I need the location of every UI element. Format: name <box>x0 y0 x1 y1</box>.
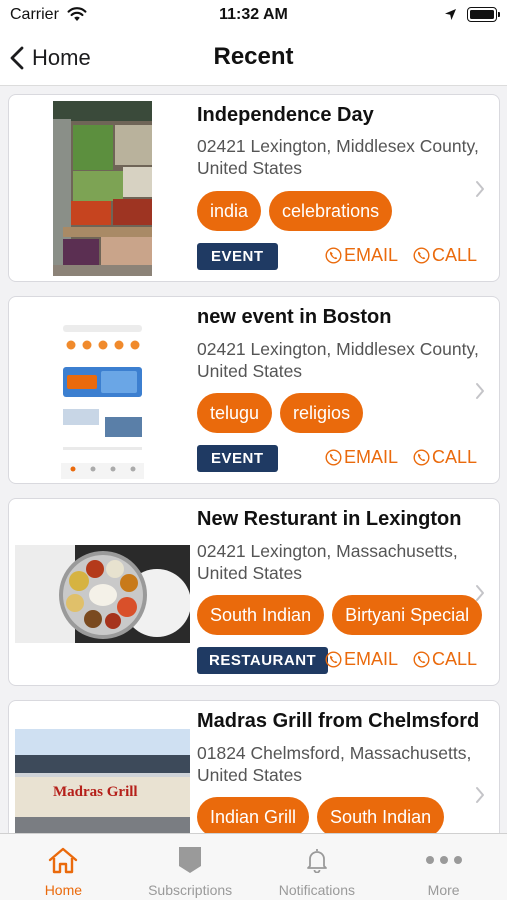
item-thumbnail <box>53 101 152 276</box>
item-address: 01824 Chelmsford, Massachusetts, United … <box>197 743 472 785</box>
phone-icon <box>413 247 430 264</box>
item-title: Independence Day <box>197 104 374 126</box>
list-item[interactable]: New Resturant in Lexington 02421 Lexingt… <box>8 498 500 686</box>
more-icon <box>425 856 462 864</box>
chevron-right-icon[interactable] <box>473 785 487 805</box>
tag-chip[interactable]: celebrations <box>269 191 393 231</box>
battery-icon <box>467 7 500 22</box>
call-button[interactable]: CALL <box>413 447 477 468</box>
item-thumbnail <box>61 305 144 479</box>
status-bar: Carrier 11:32 AM <box>0 0 507 30</box>
call-button[interactable]: CALL <box>413 245 477 266</box>
phone-icon <box>413 651 430 668</box>
item-title: new event in Boston <box>197 306 392 328</box>
tag-chip[interactable]: india <box>197 191 262 231</box>
list-item[interactable]: Independence Day 02421 Lexington, Middle… <box>8 94 500 282</box>
phone-icon <box>325 651 342 668</box>
back-button[interactable]: Home <box>10 42 91 74</box>
tag-list: South Indian Birtyani Special <box>197 595 483 635</box>
tag-chip[interactable]: Birtyani Special <box>332 595 483 635</box>
chevron-right-icon[interactable] <box>473 179 487 199</box>
home-icon <box>49 847 78 874</box>
bookmark-icon <box>179 847 202 873</box>
tag-list: Indian Grill South Indian <box>197 797 445 833</box>
location-arrow-icon <box>445 9 456 20</box>
bell-icon <box>306 849 327 873</box>
back-label: Home <box>32 45 91 70</box>
tag-chip[interactable]: South Indian <box>317 797 445 833</box>
carrier-label: Carrier <box>10 6 59 23</box>
type-badge: EVENT <box>197 243 278 270</box>
tag-chip[interactable]: South Indian <box>197 595 325 635</box>
list-item[interactable]: Madras Grill Madras Grill from Chelmsfor… <box>8 700 500 833</box>
tab-more[interactable]: More <box>380 834 507 900</box>
call-label: CALL <box>432 649 478 669</box>
item-title: New Resturant in Lexington <box>197 508 462 530</box>
navigation-bar: Home Recent <box>0 30 507 86</box>
item-thumbnail: Madras Grill <box>15 729 190 833</box>
storefront-sign: Madras Grill <box>53 784 138 800</box>
call-button[interactable]: CALL <box>413 649 477 670</box>
call-label: CALL <box>432 245 478 265</box>
tab-label: Subscriptions <box>148 882 233 898</box>
item-address: 02421 Lexington, Massachusetts, United S… <box>197 541 458 583</box>
chevron-right-icon[interactable] <box>473 583 487 603</box>
phone-icon <box>325 247 342 264</box>
tab-label: Notifications <box>278 882 355 898</box>
phone-icon <box>325 449 342 466</box>
tab-label: More <box>427 882 460 898</box>
tab-subscriptions[interactable]: Subscriptions <box>127 834 254 900</box>
type-badge: RESTAURANT <box>197 647 329 674</box>
tab-home[interactable]: Home <box>0 834 127 900</box>
list-item[interactable]: new event in Boston 02421 Lexington, Mid… <box>8 296 500 484</box>
chevron-right-icon[interactable] <box>473 381 487 401</box>
tab-notifications[interactable]: Notifications <box>254 834 381 900</box>
wifi-icon <box>67 7 87 21</box>
email-label: EMAIL <box>344 649 399 669</box>
tag-chip[interactable]: telugu <box>197 393 273 433</box>
item-title: Madras Grill from Chelmsford <box>197 710 480 732</box>
email-label: EMAIL <box>344 245 399 265</box>
item-thumbnail <box>15 545 190 643</box>
tag-list: india celebrations <box>197 191 393 231</box>
tag-chip[interactable]: religios <box>280 393 364 433</box>
email-button[interactable]: EMAIL <box>325 245 398 266</box>
call-label: CALL <box>432 447 478 467</box>
item-address: 02421 Lexington, Middlesex County, Unite… <box>197 136 479 178</box>
phone-icon <box>413 449 430 466</box>
email-label: EMAIL <box>344 447 399 467</box>
chevron-left-icon <box>10 46 24 70</box>
type-badge: EVENT <box>197 445 278 472</box>
email-button[interactable]: EMAIL <box>325 447 398 468</box>
recent-list[interactable]: Independence Day 02421 Lexington, Middle… <box>0 87 507 833</box>
tag-chip[interactable]: Indian Grill <box>197 797 310 833</box>
tab-label: Home <box>44 882 83 898</box>
tag-list: telugu religios <box>197 393 364 433</box>
tab-bar: Home Subscriptions Notifications More <box>0 833 507 900</box>
item-address: 02421 Lexington, Middlesex County, Unite… <box>197 339 479 381</box>
email-button[interactable]: EMAIL <box>325 649 398 670</box>
